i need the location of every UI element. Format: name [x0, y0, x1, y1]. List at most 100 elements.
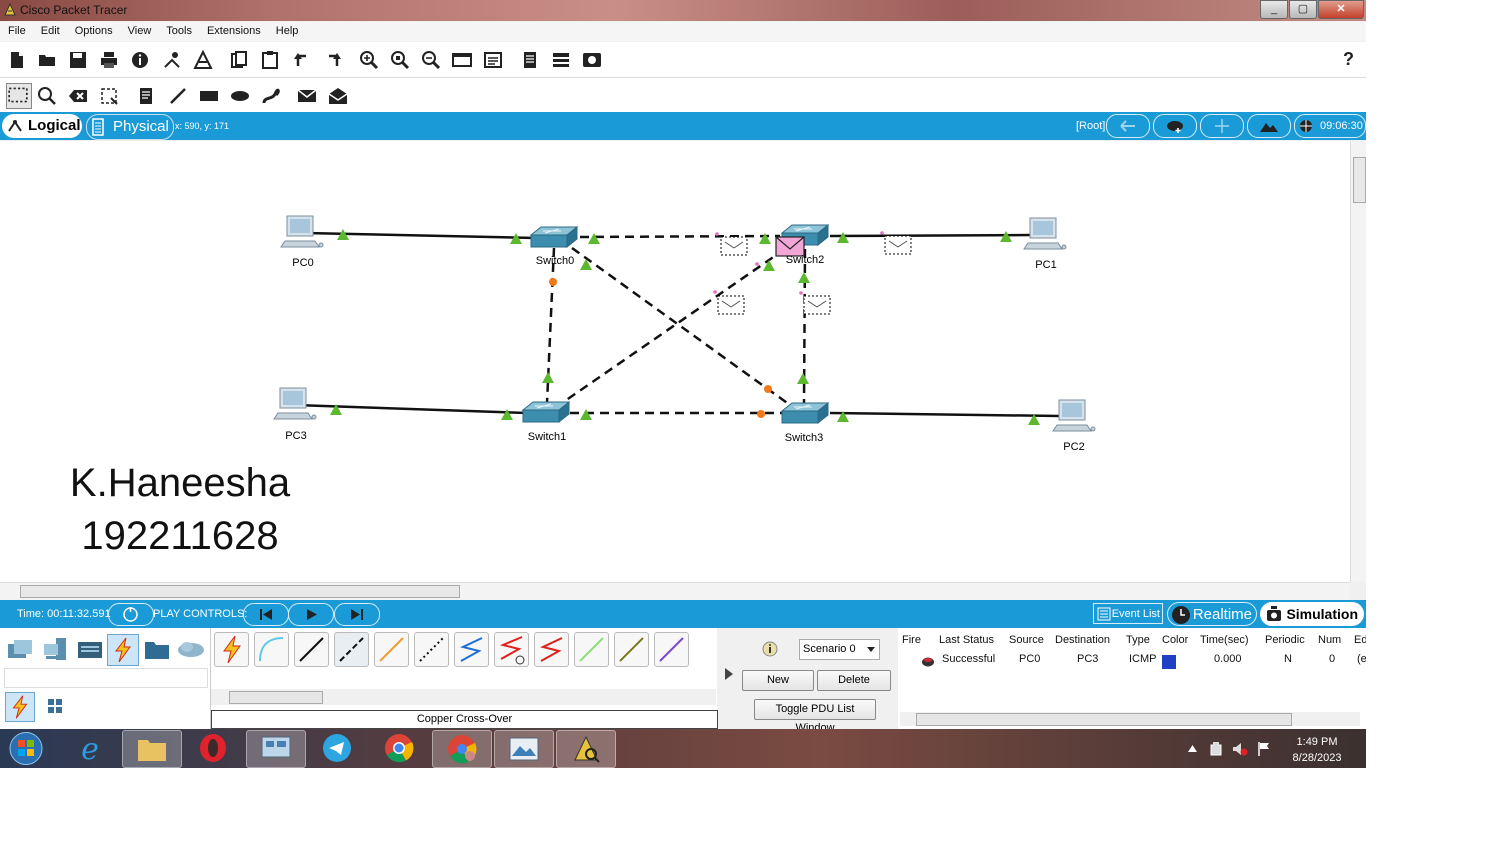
console-cable-icon[interactable]: [254, 632, 289, 667]
link-switch3-pc2[interactable]: [829, 411, 1061, 418]
back-step-button[interactable]: [243, 603, 289, 626]
vertical-scroll-thumb[interactable]: [1353, 157, 1366, 203]
link-switch2-pc1[interactable]: [829, 233, 1034, 238]
play-button[interactable]: [288, 603, 334, 626]
root-breadcrumb[interactable]: [Root]: [1076, 120, 1105, 132]
tab-physical[interactable]: Physical: [86, 114, 174, 140]
new-file-icon[interactable]: [7, 50, 27, 70]
custom-device-icon[interactable]: [162, 50, 182, 70]
copper-straight-through-icon[interactable]: [294, 632, 329, 667]
annotation-name[interactable]: K.Haneesha: [70, 461, 291, 505]
pdu-envelope-icon[interactable]: [884, 235, 912, 255]
menu-help[interactable]: Help: [268, 22, 306, 37]
volume-muted-icon[interactable]: [1232, 741, 1248, 757]
octal-cable-icon[interactable]: [574, 632, 609, 667]
freeform-icon[interactable]: [261, 86, 281, 106]
custom-device-dialog-icon[interactable]: [483, 50, 503, 70]
set-background-button[interactable]: [1247, 114, 1291, 138]
taskbar-opera[interactable]: [184, 730, 242, 766]
draw-line-icon[interactable]: [168, 86, 188, 106]
simulation-mode-button[interactable]: Simulation: [1260, 602, 1364, 626]
menu-options[interactable]: Options: [67, 22, 120, 37]
connections-category-button[interactable]: [107, 634, 139, 666]
taskbar-control-panel[interactable]: [246, 730, 306, 768]
horizontal-scroll-thumb[interactable]: [20, 585, 460, 598]
copy-icon[interactable]: [229, 50, 249, 70]
system-clock[interactable]: 1:49 PM 8/28/2023: [1282, 734, 1352, 766]
taskbar-chrome-profile[interactable]: [432, 730, 492, 768]
logical-workspace[interactable]: PC0 PC1 PC3 PC2 Switch0 Switch2 Switch1 …: [0, 141, 1350, 582]
info-icon[interactable]: [130, 50, 150, 70]
scenario-info-icon[interactable]: [762, 641, 778, 657]
taskbar-telegram[interactable]: [308, 730, 366, 766]
workspace-horizontal-scrollbar[interactable]: [0, 582, 1350, 600]
new-cluster-button[interactable]: [1153, 114, 1197, 138]
multiuser-category-icon[interactable]: [176, 638, 206, 660]
taskbar-chrome[interactable]: [370, 730, 428, 766]
redo-icon[interactable]: [323, 50, 343, 70]
pc2-icon[interactable]: [1052, 399, 1096, 432]
annotation-id[interactable]: 192211628: [81, 514, 278, 558]
delete-tool-icon[interactable]: [68, 86, 88, 106]
collapse-arrow-icon[interactable]: [725, 668, 733, 680]
zoom-in-icon[interactable]: [359, 50, 379, 70]
select-tool-icon[interactable]: [6, 83, 32, 109]
menu-tools[interactable]: Tools: [158, 22, 199, 37]
inspect-magnifier-icon[interactable]: [37, 86, 57, 106]
start-button-icon[interactable]: [7, 731, 45, 766]
power-cycle-button[interactable]: [108, 603, 154, 626]
iot-custom-cable-icon[interactable]: [614, 632, 649, 667]
draw-ellipse-icon[interactable]: [230, 86, 250, 106]
fiber-cable-icon[interactable]: [374, 632, 409, 667]
auto-connection-icon[interactable]: [214, 632, 249, 667]
cable-scroll-thumb[interactable]: [229, 691, 323, 704]
pc3-icon[interactable]: [273, 387, 317, 420]
back-button[interactable]: [1106, 114, 1150, 138]
taskbar-packet-tracer[interactable]: [556, 730, 616, 768]
print-icon[interactable]: [99, 50, 119, 70]
pdu-scroll-thumb[interactable]: [916, 713, 1292, 726]
pc0-icon[interactable]: [280, 215, 324, 248]
grid-view-icon[interactable]: [46, 697, 64, 715]
network-info-icon[interactable]: [193, 49, 213, 70]
switch3-icon[interactable]: [781, 402, 829, 424]
toggle-pdu-list-button[interactable]: Toggle PDU List Window: [754, 699, 876, 734]
link-switch0-switch3[interactable]: [571, 246, 791, 407]
zoom-out-icon[interactable]: [421, 50, 441, 70]
phone-cable-icon[interactable]: [414, 632, 449, 667]
link-switch0-switch2[interactable]: [579, 234, 781, 239]
components-category-icon[interactable]: [76, 638, 104, 662]
maximize-button[interactable]: ▢: [1289, 0, 1317, 19]
menu-view[interactable]: View: [120, 22, 159, 37]
scenario-select[interactable]: Scenario 0: [799, 639, 880, 660]
close-button[interactable]: ✕: [1318, 0, 1364, 19]
coaxial-cable-icon[interactable]: [454, 632, 489, 667]
event-list-button[interactable]: Event List: [1093, 603, 1163, 624]
serial-dce-icon[interactable]: [494, 632, 529, 667]
workspace-vertical-scrollbar[interactable]: [1350, 141, 1366, 582]
connections-subtype-button[interactable]: [5, 692, 35, 722]
viewport-icon[interactable]: [520, 50, 540, 70]
miscellaneous-category-icon[interactable]: [144, 638, 170, 660]
pdu-list-scrollbar[interactable]: [900, 712, 1360, 726]
link-switch2-switch1[interactable]: [561, 247, 786, 405]
serial-dte-icon[interactable]: [534, 632, 569, 667]
tab-logical[interactable]: Logical: [2, 114, 82, 138]
pdu-list-icon[interactable]: [551, 50, 571, 70]
move-object-button[interactable]: [1200, 114, 1244, 138]
add-simple-pdu-icon[interactable]: [297, 86, 317, 106]
new-scenario-button[interactable]: New: [742, 670, 814, 691]
taskbar-file-explorer[interactable]: [122, 730, 182, 768]
device-search-field[interactable]: [4, 668, 208, 688]
realtime-mode-button[interactable]: Realtime: [1167, 602, 1257, 626]
switch1-icon[interactable]: [522, 401, 570, 423]
menu-file[interactable]: File: [0, 22, 33, 37]
menu-edit[interactable]: Edit: [33, 22, 67, 37]
delete-scenario-button[interactable]: Delete: [817, 670, 891, 691]
usb-cable-icon[interactable]: [654, 632, 689, 667]
pdu-envelope-icon[interactable]: [717, 295, 745, 315]
pdu-cell-edit[interactable]: (e: [1357, 653, 1366, 665]
switch0-icon[interactable]: [530, 226, 578, 248]
pdu-envelope-icon[interactable]: [803, 295, 831, 315]
pdu-envelope-icon[interactable]: [720, 236, 748, 256]
